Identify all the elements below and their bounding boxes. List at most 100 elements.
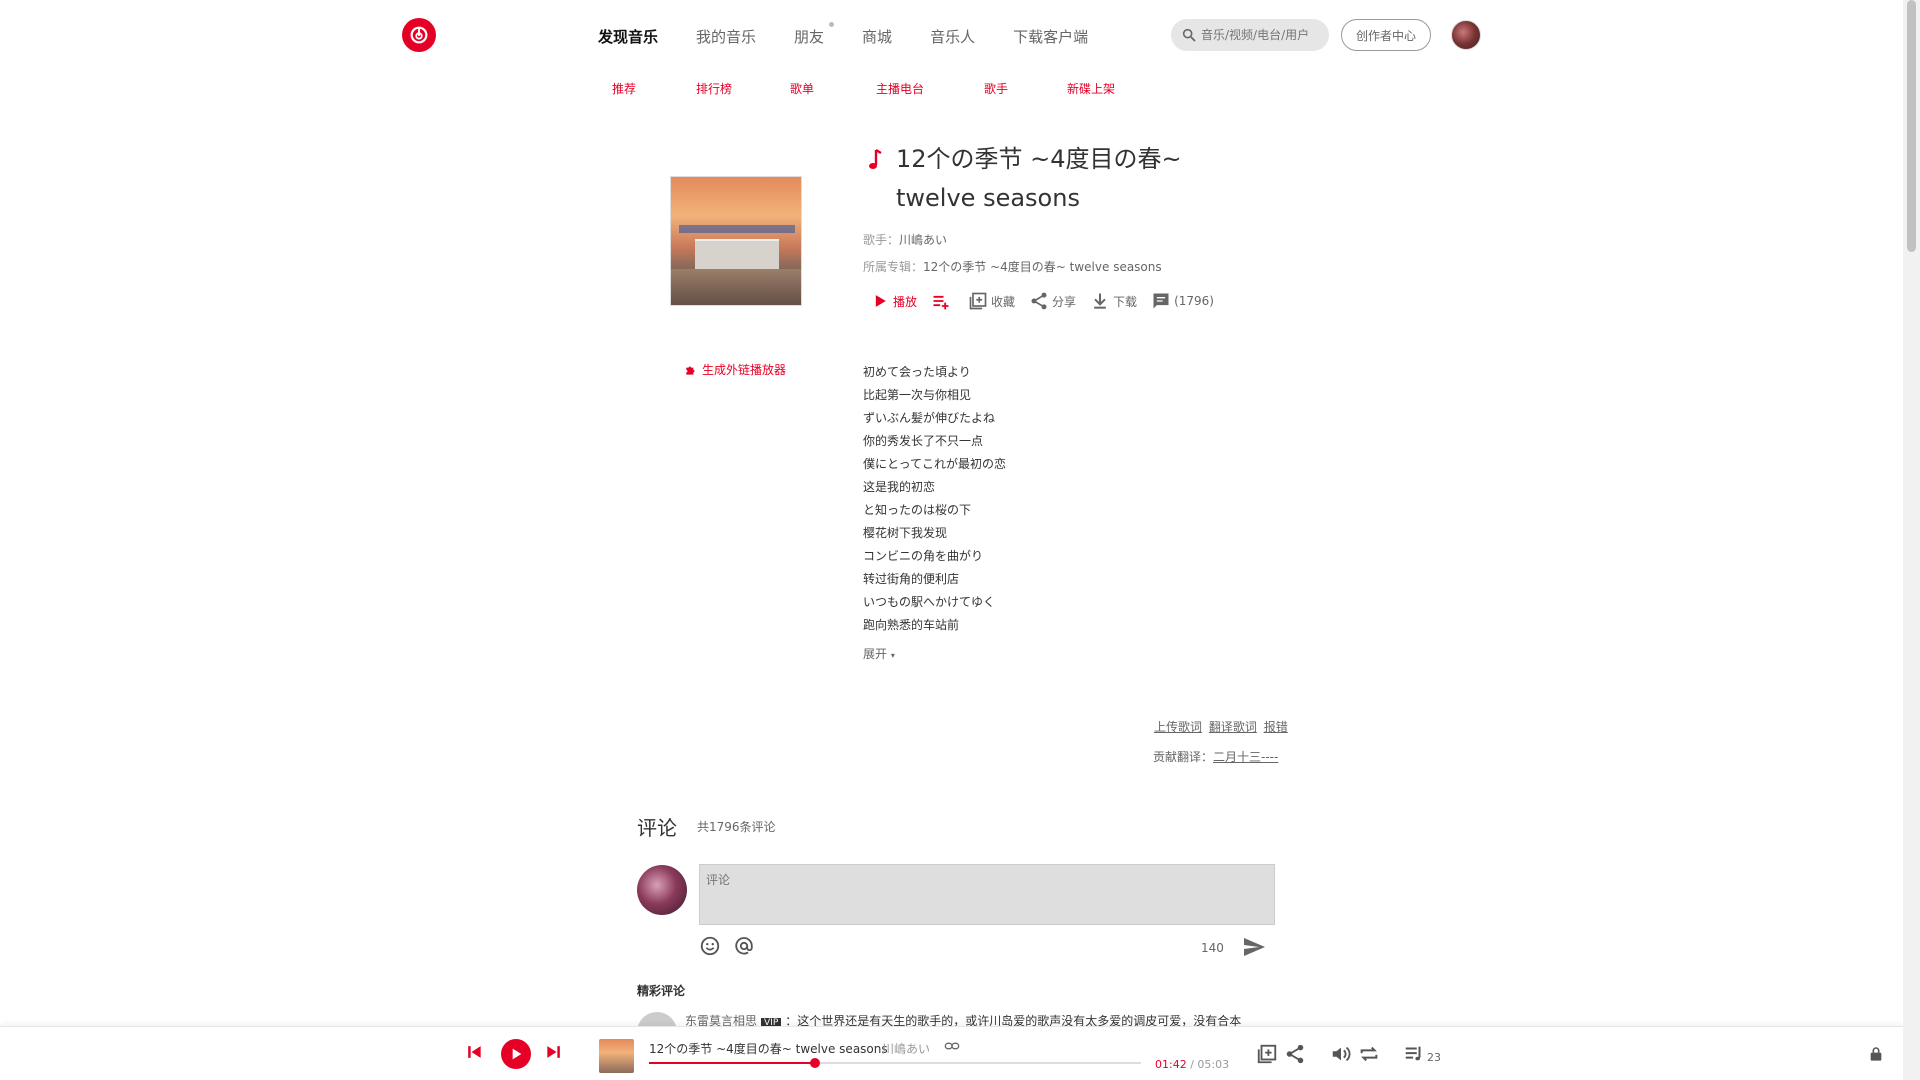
- total-time: / 05:03: [1186, 1058, 1230, 1071]
- lyric-line: 僕にとってこれが最初の恋: [863, 457, 1007, 471]
- artist-link[interactable]: 川嶋あい: [899, 233, 947, 247]
- comment-input[interactable]: [699, 864, 1275, 925]
- contributor-link[interactable]: 二月十三----: [1213, 750, 1278, 764]
- nav-discover[interactable]: 发现音乐: [598, 26, 658, 47]
- play-button[interactable]: 播放: [870, 291, 917, 311]
- comments-total: 共1796条评论: [697, 820, 776, 834]
- lyric-line: 这是我的初恋: [863, 480, 936, 494]
- link-icon[interactable]: [944, 1038, 960, 1054]
- lyric-line: 你的秀发长了不只一点: [863, 434, 984, 448]
- lyric-line: ずいぶん髪が伸びたよね: [863, 411, 996, 425]
- playlist-count: 23: [1427, 1051, 1441, 1064]
- caret-down-icon: ▾: [890, 651, 895, 660]
- cover-ground: [671, 269, 801, 305]
- top-bar: 发现音乐 我的音乐 朋友 商城 音乐人 下载客户端 创作者中心: [0, 0, 1903, 70]
- subnav-playlists[interactable]: 歌单: [790, 80, 814, 97]
- logo-icon: [410, 26, 428, 44]
- player-cover[interactable]: [599, 1039, 634, 1073]
- comment-item: 东雷莫言相思 VIP ：这个世界还是有天生的歌手的，或许川岛爱的歌声没有太多爱的调皮…: [637, 1012, 1277, 1026]
- report-error-link[interactable]: 报错: [1264, 720, 1288, 734]
- previous-icon[interactable]: [464, 1042, 484, 1062]
- nav-my-music[interactable]: 我的音乐: [696, 26, 756, 47]
- search-input[interactable]: [1201, 28, 1321, 42]
- progress-bar[interactable]: [649, 1058, 1141, 1068]
- creator-center-button[interactable]: 创作者中心: [1341, 19, 1431, 51]
- cover-title-strip: [679, 225, 795, 233]
- emoji-icon[interactable]: [699, 935, 721, 957]
- lyric-line: 比起第一次与你相见: [863, 388, 972, 402]
- player-bar: 12个の季节 ~4度目の春~ twelve seasons 川嶋あい 01:42…: [0, 1026, 1903, 1080]
- user-avatar[interactable]: [1451, 20, 1481, 50]
- album-link[interactable]: 12个の季节 ~4度目の春~ twelve seasons: [923, 260, 1162, 274]
- comments-button[interactable]: (1796): [1151, 291, 1214, 311]
- add-to-queue-icon: [933, 295, 949, 310]
- volume-icon[interactable]: [1330, 1043, 1352, 1065]
- my-avatar: [637, 865, 687, 915]
- upload-lyrics-link[interactable]: 上传歌词: [1154, 720, 1202, 734]
- player-play-button[interactable]: [501, 1039, 531, 1069]
- share-button[interactable]: 分享: [1029, 291, 1076, 311]
- lyric-line: コンビニの角を曲がり: [863, 549, 984, 563]
- download-button[interactable]: 下载: [1090, 291, 1137, 311]
- comments-count: (1796): [1174, 294, 1214, 308]
- player-artist[interactable]: 川嶋あい: [882, 1040, 930, 1057]
- play-icon: [512, 1048, 522, 1060]
- nav-download-client[interactable]: 下载客户端: [1013, 26, 1088, 47]
- collect-button[interactable]: 收藏: [968, 291, 1015, 311]
- add-to-playlist-icon[interactable]: [1256, 1043, 1278, 1065]
- share-icon[interactable]: [1284, 1043, 1306, 1065]
- playlist-icon[interactable]: [1403, 1043, 1425, 1065]
- embed-player-link[interactable]: 生成外链播放器: [684, 361, 786, 378]
- commenter-name[interactable]: 东雷莫言相思: [685, 1014, 757, 1026]
- subnav-recommend[interactable]: 推荐: [612, 80, 636, 97]
- song-title: 12个の季节 ~4度目の春~ twelve seasons: [896, 145, 1182, 212]
- scrollbar[interactable]: [1903, 0, 1920, 1080]
- next-icon[interactable]: [544, 1042, 564, 1062]
- subnav-charts[interactable]: 排行榜: [696, 80, 732, 97]
- nav-musician[interactable]: 音乐人: [930, 26, 975, 47]
- comment-text: ：这个世界还是有天生的歌手的，或许川岛爱的歌声没有太多爱的调皮可爱，没有合本: [785, 1014, 1242, 1026]
- download-label: 下载: [1113, 294, 1138, 309]
- send-icon[interactable]: [1242, 935, 1266, 959]
- player-song-title[interactable]: 12个の季节 ~4度目の春~ twelve seasons: [649, 1040, 888, 1057]
- expand-lyrics-button[interactable]: 展开 ▾: [863, 645, 895, 662]
- lyric-line: 初めて会った頃より: [863, 365, 971, 379]
- lyric-line: 樱花树下我发现: [863, 526, 948, 540]
- char-limit: 140: [1201, 941, 1224, 955]
- music-note-icon: [869, 148, 882, 169]
- lock-icon[interactable]: [1868, 1046, 1884, 1062]
- progress-handle[interactable]: [809, 1058, 820, 1068]
- nav-store[interactable]: 商城: [862, 26, 892, 47]
- repeat-icon[interactable]: [1358, 1043, 1380, 1065]
- album-label: 所属专辑：: [863, 260, 924, 274]
- netease-logo[interactable]: [402, 18, 436, 52]
- current-time: 01:42: [1155, 1058, 1187, 1071]
- subnav-radio[interactable]: 主播电台: [876, 80, 924, 97]
- translate-lyrics-link[interactable]: 翻译歌词: [1209, 720, 1257, 734]
- lyrics: 初めて会った頃より 比起第一次与你相见 ずいぶん髪が伸びたよね 你的秀发长了不只…: [863, 361, 1006, 637]
- subnav-artists[interactable]: 歌手: [984, 80, 1008, 97]
- time-display: 01:42 / 05:03: [1155, 1058, 1229, 1071]
- commenter-avatar[interactable]: [637, 1012, 677, 1026]
- notification-dot: [829, 22, 835, 27]
- play-icon: [875, 295, 886, 307]
- translation-contributor: 贡献翻译：二月十三----: [1153, 748, 1278, 765]
- comments-title: 评论: [637, 816, 677, 840]
- nav-friends[interactable]: 朋友: [794, 22, 835, 47]
- search-box[interactable]: [1171, 19, 1329, 51]
- collect-label: 收藏: [991, 294, 1016, 309]
- artist-label: 歌手：: [863, 233, 900, 247]
- collect-icon: [969, 292, 987, 310]
- share-icon: [1031, 292, 1047, 310]
- mention-icon[interactable]: [733, 935, 755, 957]
- subnav-new-albums[interactable]: 新碟上架: [1067, 80, 1115, 97]
- artist-line: 歌手：川嶋あい: [863, 231, 947, 248]
- play-label: 播放: [893, 294, 918, 309]
- lyric-line: 转过街角的便利店: [863, 572, 960, 586]
- vip-badge: VIP: [761, 1018, 782, 1026]
- lyric-line: と知ったのは桜の下: [863, 503, 972, 517]
- add-to-queue-button[interactable]: [931, 291, 954, 311]
- embed-player-label: 生成外链播放器: [702, 363, 787, 377]
- scrollbar-thumb[interactable]: [1907, 0, 1916, 252]
- lyric-links: 上传歌词 翻译歌词 报错: [1151, 718, 1288, 735]
